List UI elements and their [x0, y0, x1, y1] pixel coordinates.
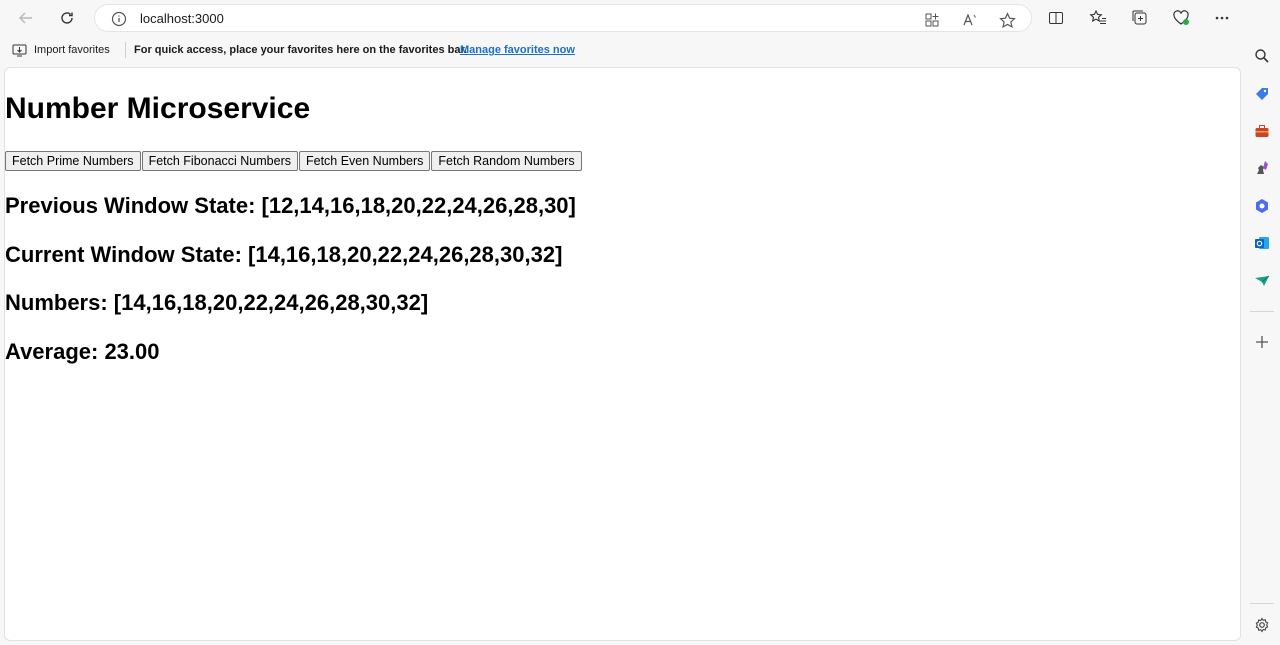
- add-icon[interactable]: [1252, 332, 1272, 352]
- page-title: Number Microservice: [5, 92, 311, 125]
- browser-toolbar: localhost:3000: [0, 0, 1280, 36]
- favorites-message: For quick access, place your favorites h…: [134, 44, 468, 56]
- sidebar-bottom-divider: [1250, 603, 1274, 604]
- manage-favorites-link[interactable]: Manage favorites now: [460, 44, 575, 56]
- average-value: Average: 23.00: [5, 339, 160, 364]
- split-screen-icon[interactable]: [1046, 8, 1066, 28]
- import-favorites-button[interactable]: Import favorites: [12, 43, 110, 57]
- settings-icon[interactable]: [1252, 615, 1272, 635]
- games-icon[interactable]: [1252, 158, 1272, 178]
- more-icon[interactable]: [1212, 8, 1232, 28]
- favorites-icon[interactable]: [1088, 8, 1108, 28]
- search-icon[interactable]: [1252, 46, 1272, 66]
- collections-icon[interactable]: [1130, 8, 1150, 28]
- back-icon[interactable]: [16, 8, 36, 28]
- outlook-icon[interactable]: [1252, 233, 1272, 253]
- address-bar[interactable]: localhost:3000: [94, 4, 1032, 32]
- fetch-fibonacci-button[interactable]: Fetch Fibonacci Numbers: [141, 151, 298, 171]
- current-window-state: Current Window State: [14,16,18,20,22,24…: [5, 242, 563, 267]
- favorites-divider: [125, 42, 126, 58]
- fetch-prime-button[interactable]: Fetch Prime Numbers: [5, 151, 141, 171]
- tools-icon[interactable]: [1252, 121, 1272, 141]
- import-favorites-label: Import favorites: [34, 44, 110, 56]
- url-text[interactable]: localhost:3000: [140, 11, 224, 26]
- sidebar-divider: [1250, 311, 1274, 312]
- numbers-list: Numbers: [14,16,18,20,22,24,26,28,30,32]: [5, 290, 429, 315]
- fetch-random-button[interactable]: Fetch Random Numbers: [431, 151, 582, 171]
- refresh-icon[interactable]: [57, 8, 77, 28]
- web-content: Number Microservice Fetch Prime Numbers …: [4, 67, 1241, 641]
- fetch-even-button[interactable]: Fetch Even Numbers: [298, 151, 431, 171]
- import-favorites-icon: [12, 44, 27, 57]
- previous-window-state: Previous Window State: [12,14,16,18,20,2…: [5, 193, 576, 218]
- shopping-icon[interactable]: [1252, 84, 1272, 104]
- favorite-star-icon[interactable]: [998, 11, 1016, 29]
- edge-sidebar: [1244, 0, 1280, 645]
- app-available-icon[interactable]: [923, 11, 941, 29]
- fetch-button-row: Fetch Prime Numbers Fetch Fibonacci Numb…: [5, 151, 582, 171]
- read-aloud-icon[interactable]: [961, 11, 979, 29]
- site-info-icon[interactable]: [111, 11, 127, 27]
- favorites-bar: Import favorites For quick access, place…: [0, 36, 1244, 64]
- browser-essentials-icon[interactable]: [1171, 8, 1191, 28]
- drop-icon[interactable]: [1252, 271, 1272, 291]
- microsoft-365-icon[interactable]: [1252, 196, 1272, 216]
